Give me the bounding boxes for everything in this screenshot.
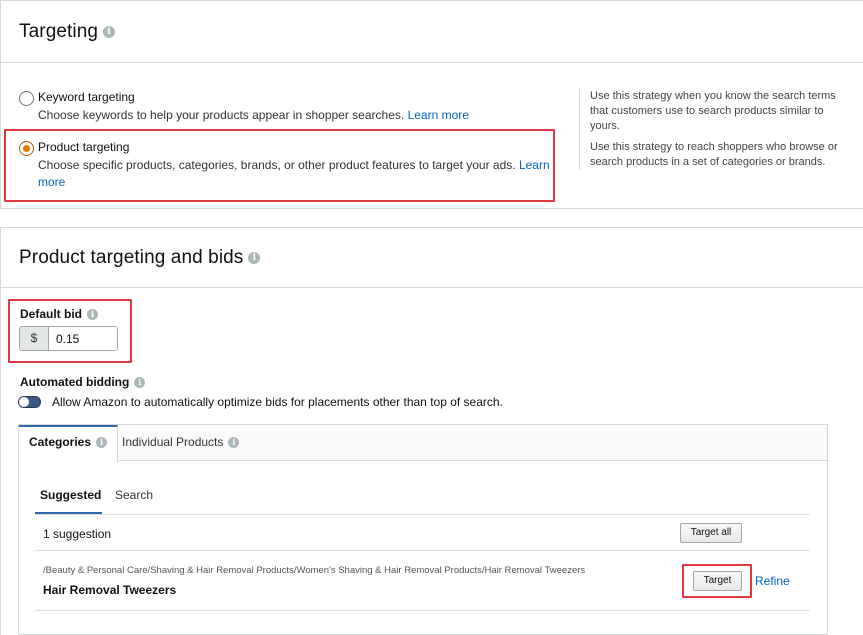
divider xyxy=(35,610,810,611)
product-targeting-radio[interactable] xyxy=(19,141,34,156)
keyword-targeting-label: Keyword targeting xyxy=(38,90,135,104)
keyword-help: Use this strategy when you know the sear… xyxy=(590,90,836,132)
default-bid-field[interactable]: $ xyxy=(19,326,118,351)
category-path: /Beauty & Personal Care/Shaving & Hair R… xyxy=(43,565,586,576)
product-targeting-title: Product targeting and bids i xyxy=(19,247,261,269)
targeting-panel: Targeting i Keyword targeting Choose keyw… xyxy=(0,0,863,209)
tab-categories[interactable]: Categories i xyxy=(19,425,119,462)
subtab-suggested[interactable]: Suggested xyxy=(40,488,101,502)
info-icon[interactable]: i xyxy=(96,437,108,449)
default-bid-label: Default bid i xyxy=(20,307,98,321)
info-icon[interactable]: i xyxy=(134,377,146,389)
tab-strip: Categories i Individual Products i xyxy=(19,425,827,462)
target-button[interactable]: Target xyxy=(693,571,742,591)
info-icon[interactable]: i xyxy=(228,437,240,449)
automated-bidding-text: Allow Amazon to automatically optimize b… xyxy=(52,395,503,409)
automated-bidding-toggle[interactable] xyxy=(18,396,41,408)
targeting-help-text: Use this strategy when you know the sear… xyxy=(579,89,849,170)
suggestion-name: Hair Removal Tweezers xyxy=(43,583,177,597)
product-targeting-description: Choose specific products, categories, br… xyxy=(38,158,550,189)
product-targeting-label: Product targeting xyxy=(38,140,130,154)
tab-individual-products[interactable]: Individual Products i xyxy=(112,425,249,461)
default-bid-input[interactable] xyxy=(49,327,117,350)
subtab-search[interactable]: Search xyxy=(115,488,153,502)
keyword-learn-more-link[interactable]: Learn more xyxy=(408,108,469,122)
info-icon[interactable]: i xyxy=(248,251,261,264)
info-icon[interactable]: i xyxy=(87,309,98,321)
page: Targeting i Keyword targeting Choose keyw… xyxy=(0,0,863,635)
divider xyxy=(35,514,810,515)
automated-bidding-label: Automated bidding i xyxy=(20,375,146,389)
divider xyxy=(35,550,810,551)
keyword-targeting-radio[interactable] xyxy=(19,91,34,106)
suggestion-count: 1 suggestion xyxy=(43,527,112,541)
keyword-targeting-description: Choose keywords to help your products ap… xyxy=(38,108,469,122)
product-help: Use this strategy to reach shoppers who … xyxy=(590,141,838,168)
targeting-title: Targeting i xyxy=(19,21,116,43)
currency-symbol: $ xyxy=(20,327,49,350)
product-targeting-header: Product targeting and bids i xyxy=(1,228,863,288)
targeting-header: Targeting i xyxy=(1,1,863,63)
target-all-button[interactable]: Target all xyxy=(680,523,742,543)
info-icon[interactable]: i xyxy=(103,25,116,38)
refine-link[interactable]: Refine xyxy=(755,574,790,588)
